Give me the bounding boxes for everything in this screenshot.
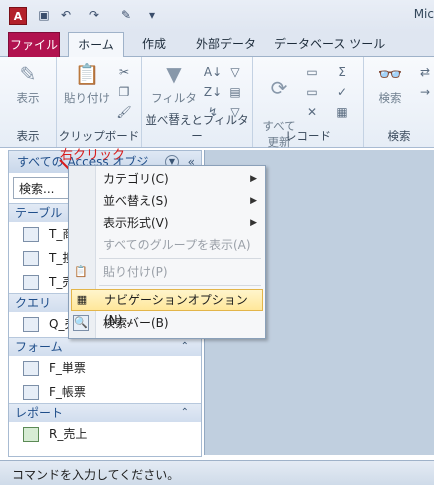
paste-icon: 📋 [74,62,100,86]
group-view: ✎ 表示 表示 [0,57,57,147]
submenu-arrow-icon: ▶ [250,174,257,184]
redo-icon[interactable]: ↷ [86,7,102,23]
nav-search-value: 検索... [19,182,55,196]
section-label: フォーム [15,340,63,354]
group-records: ⟳ すべて 更新 ▭ Σ ▭ ✓ ✕ ▦ レコード [253,57,364,149]
refresh-all-button[interactable]: ⟳ すべて 更新 [257,60,301,164]
status-bar: コマンドを入力してください。 [0,460,434,485]
goto-icon[interactable]: → [416,83,434,101]
spelling-icon[interactable]: ✓ [333,83,351,101]
submenu-arrow-icon: ▶ [250,196,257,206]
group-label-view: 表示 [16,129,40,143]
title-bar: A ▣ ↶ ↷ ✎ ▾ Mic [0,0,434,32]
tab-home[interactable]: ホーム [68,32,124,58]
search-icon: 🔍 [73,315,89,331]
access-app-icon[interactable]: A [9,7,27,25]
sort-ascending-icon[interactable]: A↓ [204,63,222,81]
item-label: R_売上 [49,427,88,441]
section-label: レポート [15,406,64,420]
save-record-icon[interactable]: ▭ [303,83,321,101]
paste-button-label: 貼り付け [64,91,110,105]
menu-item-show-all-groups[interactable]: すべてのグループを表示(A) [69,234,265,256]
sort-descending-icon[interactable]: Z↓ [204,83,222,101]
ribbon: ✎ 表示 表示 📋 貼り付け ✂ ❐ 🖌 クリップボード ▼ フィルター A↓ … [0,57,434,149]
group-label-clipboard: クリップボード [58,129,140,143]
menu-item-search-bar[interactable]: 🔍 検索バー(B) [69,312,265,334]
menu-separator [99,285,261,286]
selection-filter-icon[interactable]: ▽ [226,63,244,81]
delete-icon[interactable]: ✕ [303,103,321,121]
view-button-label: 表示 [16,91,40,105]
status-text: コマンドを入力してください。 [12,468,180,482]
totals-icon[interactable]: Σ [333,63,351,81]
item-label: F_帳票 [49,385,86,399]
binoculars-icon: 👓 [377,62,403,86]
refresh-icon: ⟳ [270,76,288,100]
menu-item-category[interactable]: カテゴリ(C) ▶ [69,168,265,190]
window-title: Mic [413,7,434,21]
save-icon[interactable]: ▣ [36,7,52,23]
format-painter-icon[interactable]: 🖌 [115,103,133,121]
query-icon [23,317,39,332]
menu-separator [99,258,261,259]
section-reports[interactable]: レポート ⌃ [9,403,201,422]
filter-icon: ▼ [166,62,182,86]
table-icon [23,275,39,290]
table-icon [23,227,39,242]
view-icon: ✎ [19,62,37,86]
new-record-icon[interactable]: ▭ [303,63,321,81]
cut-icon[interactable]: ✂ [115,63,133,81]
submenu-arrow-icon: ▶ [250,218,257,228]
menu-item-sort[interactable]: 並べ替え(S) ▶ [69,190,265,212]
group-label-sort-filter: 並べ替えとフィルター [145,113,249,143]
form-icon [23,361,39,376]
find-button[interactable]: 👓 検索 [368,60,412,106]
group-label-records: レコード [285,129,331,143]
group-clipboard: 📋 貼り付け ✂ ❐ 🖌 クリップボード [57,57,142,147]
customize-quick-access-icon[interactable]: ▾ [144,7,160,23]
collapse-chevron-icon: ⌃ [180,407,189,418]
menu-item-navigation-options[interactable]: ▦ ナビゲーションオプション(N)... [71,289,263,327]
menu-item-label: 貼り付け(P) [103,265,168,279]
section-label: クエリ [15,296,52,310]
tab-external-data[interactable]: 外部データ [186,32,266,56]
find-button-label: 検索 [378,91,402,105]
list-item-report[interactable]: R_売上 [9,422,201,446]
ribbon-tabs: ファイル ホーム 作成 外部データ データベース ツール [0,32,434,58]
section-label: テーブル [15,206,63,220]
context-menu: カテゴリ(C) ▶ 並べ替え(S) ▶ 表示形式(V) ▶ すべてのグループを表… [68,165,266,339]
table-icon [23,251,39,266]
tab-create[interactable]: 作成 [132,32,176,56]
undo-icon[interactable]: ↶ [58,7,74,23]
list-item-form[interactable]: F_単票 [9,356,201,380]
group-sort-filter: ▼ フィルター A↓ ▽ Z↓ ▤ ↯ ▽ 並べ替えとフィルター [142,57,253,147]
tab-file[interactable]: ファイル [8,32,60,57]
report-icon [23,427,39,442]
view-button[interactable]: ✎ 表示 [6,60,50,106]
paste-icon: 📋 [74,265,88,278]
tab-database-tools[interactable]: データベース ツール [264,32,395,56]
group-label-find: 検索 [387,129,411,143]
group-find: 👓 検索 ⇄ → 検索 [364,57,434,147]
form-icon [23,385,39,400]
copy-icon[interactable]: ❐ [115,83,133,101]
menu-item-paste[interactable]: 📋 貼り付け(P) [69,261,265,283]
list-item-form[interactable]: F_帳票 [9,380,201,404]
paste-button[interactable]: 📋 貼り付け [63,60,111,106]
menu-item-view-by[interactable]: 表示形式(V) ▶ [69,212,265,234]
section-forms[interactable]: フォーム ⌃ [9,337,201,356]
menu-item-label: カテゴリ(C) [103,172,169,186]
advanced-filter-icon[interactable]: ▤ [226,83,244,101]
navigation-options-icon: ▦ [76,293,88,306]
menu-item-label: すべてのグループを表示(A) [103,238,251,252]
more-icon[interactable]: ▦ [333,103,351,121]
menu-item-label: 並べ替え(S) [103,194,168,208]
replace-icon[interactable]: ⇄ [416,63,434,81]
menu-item-label: 表示形式(V) [103,216,169,230]
quick-access-icon[interactable]: ✎ [118,7,134,23]
item-label: F_単票 [49,361,86,375]
menu-item-label: 検索バー(B) [103,316,169,330]
collapse-chevron-icon: ⌃ [180,341,189,352]
